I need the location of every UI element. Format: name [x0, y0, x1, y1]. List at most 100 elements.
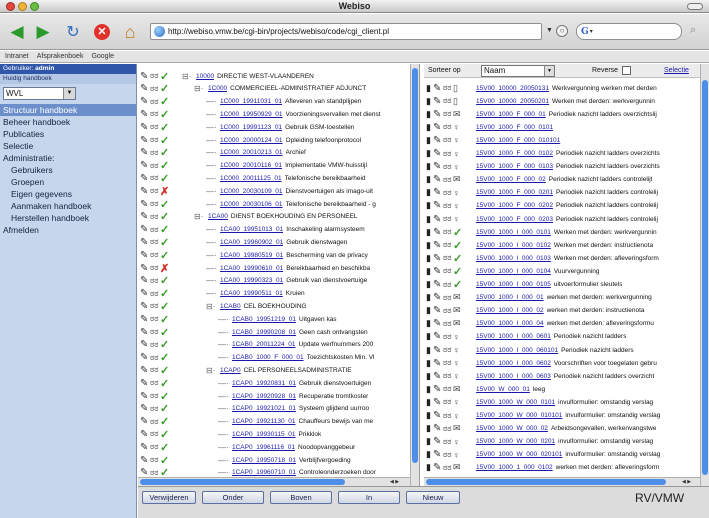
pencil-icon[interactable]: ✎ — [433, 331, 442, 342]
pencil-icon[interactable]: ✎ — [140, 211, 149, 222]
document-code-link[interactable]: 15V00_1000_I_000_0101 — [476, 229, 551, 236]
glasses-icon[interactable]: ಠಠ — [150, 135, 159, 145]
tree-row[interactable]: ✎ ಠಠ ✓ —· 1CAP0_19920928_01 Recuperatie tromt… — [138, 390, 419, 403]
tree-row[interactable]: ✎ ಠಠ ✓ ⊟· 1C000 COMMERCIEEL-ADMINISTRATIEF AD… — [138, 83, 419, 95]
pencil-icon[interactable]: ✎ — [433, 253, 442, 264]
glasses-icon[interactable]: ಠಠ — [150, 97, 159, 107]
pencil-icon[interactable]: ✎ — [140, 263, 149, 274]
document-code-link[interactable]: 15V00_1000_F_000_0102 — [476, 150, 553, 157]
envelope-icon[interactable]: ✉ — [453, 109, 462, 120]
glasses-icon[interactable]: ಠಠ — [150, 289, 159, 299]
node-code-link[interactable]: 1C000_20011125_01 — [220, 175, 282, 182]
document-code-link[interactable]: 15V00_10000_20050131 — [476, 85, 549, 92]
glasses-icon[interactable]: ಠಠ — [150, 404, 159, 414]
checkmark-icon[interactable]: ✓ — [160, 351, 170, 364]
sidebar-item[interactable]: Selectie — [0, 140, 136, 152]
document-code-link[interactable]: 15V00_1000_I_000_0105 — [476, 281, 551, 288]
checkmark-icon[interactable]: ✓ — [453, 265, 463, 278]
pin-icon[interactable]: ♀ — [453, 135, 462, 145]
document-code-link[interactable]: 15V00_1000_F_000_0201 — [476, 189, 553, 196]
checkmark-icon[interactable]: ✓ — [160, 236, 170, 249]
glasses-icon[interactable]: ಠಠ — [443, 411, 452, 421]
reverse-checkbox[interactable] — [622, 66, 631, 75]
document-row[interactable]: ▮ ✎ ಠಠ ♀ 15V00_1000_F_000_010101 — [424, 134, 704, 146]
envelope-icon[interactable]: ✉ — [453, 318, 462, 329]
sort-select[interactable]: Naam ▼ — [481, 65, 555, 77]
docs-hscroll-thumb[interactable] — [426, 479, 666, 485]
checkmark-icon[interactable]: ✓ — [160, 70, 170, 83]
tree-row[interactable]: ✎ ಠಠ ✓ —· 1C000_20030106_01 Telefonische bere… — [138, 198, 419, 211]
glasses-icon[interactable]: ಠಠ — [443, 280, 452, 290]
sidebar-item[interactable]: Publicaties — [0, 128, 136, 140]
url-history-dropdown-icon[interactable]: ▼ — [546, 27, 553, 34]
glasses-icon[interactable]: ಠಠ — [443, 358, 452, 368]
pencil-icon[interactable]: ✎ — [433, 122, 442, 133]
glasses-icon[interactable]: ಠಠ — [443, 227, 452, 237]
glasses-icon[interactable]: ಠಠ — [443, 149, 452, 159]
glasses-icon[interactable]: ಠಠ — [443, 83, 452, 93]
document-code-link[interactable]: 15V00_1000_1_000_0102 — [476, 464, 553, 471]
pin-icon[interactable]: ♀ — [453, 345, 462, 355]
pencil-icon[interactable]: ✎ — [140, 467, 149, 478]
file-icon[interactable]: ▯ — [453, 83, 462, 94]
glasses-icon[interactable]: ಠಠ — [443, 345, 452, 355]
envelope-icon[interactable]: ✉ — [453, 423, 462, 434]
tree-row[interactable]: ✎ ಠಠ ✓ —· 1CAB0_1000_F_000_01 Toezichtskosten… — [138, 351, 419, 364]
document-row[interactable]: ▮ ✎ ಠಠ ♀ 15V00_1000_W_000_0101 invulformulier… — [424, 396, 704, 408]
pencil-icon[interactable]: ✎ — [140, 403, 149, 414]
address-bar[interactable]: http://webiso.vmw.be/cgi-bin/projects/we… — [150, 23, 542, 40]
document-code-link[interactable]: 15V00_1000_F_000_0103 — [476, 163, 553, 170]
pencil-icon[interactable]: ✎ — [433, 83, 442, 94]
document-row[interactable]: ▮ ✎ ಠಠ ♀ 15V00_1000_I_000_0603 Periodiek nazi… — [424, 370, 704, 382]
glasses-icon[interactable]: ಠಠ — [443, 397, 452, 407]
sidebar-item[interactable]: Aanmaken handboek — [0, 200, 136, 212]
url-text[interactable]: http://webiso.vmw.be/cgi-bin/projects/we… — [168, 27, 389, 36]
pencil-icon[interactable]: ✎ — [140, 186, 149, 197]
glasses-icon[interactable]: ಠಠ — [150, 237, 159, 247]
node-code-link[interactable]: 1CAB0_19990208_01 — [232, 329, 296, 336]
pencil-icon[interactable]: ✎ — [140, 160, 149, 171]
tree-row[interactable]: ✎ ಠಠ ✓ —· 1CA00_19980519_01 Bescherming van d… — [138, 249, 419, 262]
node-code-link[interactable]: 1CAP0_19920831_01 — [232, 380, 296, 387]
document-row[interactable]: ▮ ✎ ಠಠ ♀ 15V00_1000_W_000_0201 invulformulier… — [424, 436, 704, 448]
document-row[interactable]: ▮ ✎ ಠಠ ♀ 15V00_1000_I_000_0601 Periodiek nazi… — [424, 331, 704, 343]
pencil-icon[interactable]: ✎ — [140, 96, 149, 107]
tree-expander-icon[interactable]: ⊟· — [182, 72, 196, 81]
checkmark-icon[interactable]: ✓ — [453, 278, 463, 291]
tree-row[interactable]: ✎ ಠಠ ✓ —· 1CAP0_19921130_01 Chauffeurs bewijs… — [138, 415, 419, 428]
pencil-icon[interactable]: ✎ — [140, 250, 149, 261]
toolbar-toggle-button[interactable] — [687, 3, 703, 10]
pencil-icon[interactable]: ✎ — [140, 442, 149, 453]
file-icon[interactable]: ▯ — [453, 96, 462, 107]
document-row[interactable]: ▮ ✎ ಠಠ ✓ 15V00_1000_I_000_0102 Werken met der… — [424, 239, 704, 252]
document-code-link[interactable]: 15V00_1000_I_000_01 — [476, 294, 544, 301]
glasses-icon[interactable]: ಠಠ — [443, 424, 452, 434]
document-code-link[interactable]: 15V00_1000_I_000_0603 — [476, 373, 551, 380]
pencil-icon[interactable]: ✎ — [140, 199, 149, 210]
document-row[interactable]: ▮ ✎ ಠಠ ✓ 15V00_1000_I_000_0105 uitvoerformuli… — [424, 279, 704, 291]
tree-expander-icon[interactable]: ⊟· — [194, 84, 208, 93]
glasses-icon[interactable]: ಠಠ — [150, 353, 159, 363]
document-row[interactable]: ▮ ✎ ಠಠ ✉ 15V00_1000_I_000_01 werken met derde… — [424, 292, 704, 304]
glasses-icon[interactable]: ಠಠ — [443, 175, 452, 185]
glasses-icon[interactable]: ಠಠ — [150, 327, 159, 337]
document-row[interactable]: ▮ ✎ ಠಠ ♀ 15V00_1000_W_000_010101 invulformuli… — [424, 410, 704, 422]
pencil-icon[interactable]: ✎ — [433, 292, 442, 303]
tree-row[interactable]: ✎ ಠಠ ✓ —· 1CAP0_19930115_01 Prikklok — [138, 428, 419, 441]
tree-expander-icon[interactable]: ⊟· — [206, 302, 220, 311]
glasses-icon[interactable]: ಠಠ — [443, 188, 452, 198]
tree-row[interactable]: ✎ ಠಠ ✓ ⊟· 1CAP0 CEL PERSONEELSADMINISTRATIE — [138, 364, 419, 377]
node-code-link[interactable]: 10000 — [196, 73, 214, 80]
search-field[interactable]: G ▾ — [576, 23, 682, 40]
glasses-icon[interactable]: ಠಠ — [150, 276, 159, 286]
glasses-icon[interactable]: ಠಠ — [443, 463, 452, 473]
reload-button[interactable]: ↻ — [62, 21, 84, 43]
checkmark-icon[interactable]: ✓ — [160, 454, 170, 467]
envelope-icon[interactable]: ✉ — [453, 462, 462, 473]
back-button[interactable]: ◀ — [5, 21, 29, 43]
checkmark-icon[interactable]: ✓ — [160, 415, 170, 428]
pencil-icon[interactable]: ✎ — [433, 187, 442, 198]
forward-button[interactable]: ▶ — [32, 21, 54, 43]
document-code-link[interactable]: 15V00_1000_I_000_060101 — [476, 347, 558, 354]
checkmark-icon[interactable]: ✓ — [160, 172, 170, 185]
